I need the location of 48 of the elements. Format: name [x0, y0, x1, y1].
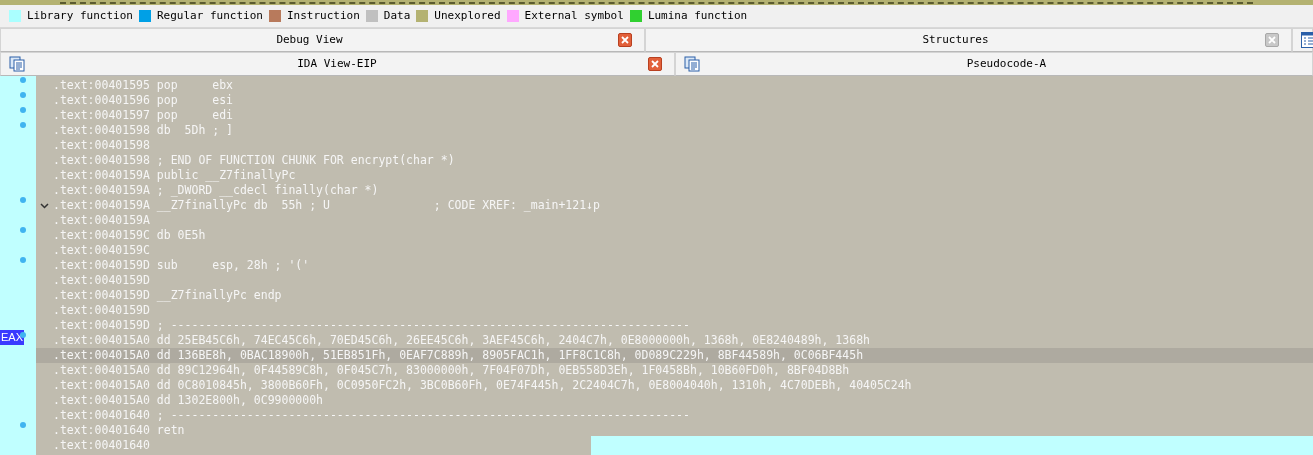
close-button[interactable]	[648, 57, 662, 71]
code-line: .text:004015A0 dd 1302E800h, 0C9900000h	[53, 393, 324, 408]
code-line: .text:004015A0 dd 89C12964h, 0F44589C8h, 0F045C7h, 83000000h, 7F04F07Dh, 0EB558D3Eh, 1F0458Bh, 10B60FD0h, 8BF04D8Bh	[53, 363, 850, 378]
code-line: .text:00401596 pop esi	[53, 93, 233, 108]
code-line: .text:004015A0 dd 0C8010845h, 3800B60Fh, 0C0950FC2h, 3BC0B60Fh, 0E74F445h, 2C2404C7h, 0E8004040h, 1310h, 4C70DEBh, 40405C24h	[53, 378, 912, 393]
code-line: .text:0040159D ; ---------------------------------------------------------------------------	[53, 318, 690, 333]
code-line: .text:0040159D sub esp, 28h ; '('	[53, 258, 310, 273]
tab[interactable]: IDA View-EIP	[0, 52, 675, 76]
code-line: .text:0040159A	[53, 213, 150, 228]
code-line: .text:0040159A public __Z7finallyPc	[53, 168, 296, 183]
code-line: .text:00401640 retn	[53, 423, 185, 438]
tab-title: Debug View	[275, 31, 344, 48]
tab-title: IDA View-EIP	[296, 55, 378, 72]
document-stack-icon	[9, 56, 26, 72]
document-stack-icon	[684, 56, 701, 72]
code-line: .text:004015A0 dd 25EB45C6h, 74EC45C6h, 70ED45C6h, 26EE45C6h, 3AEF45C6h, 2404C7h, 0E8000000h, 1368h, 0E8240489h, 1368h	[53, 333, 870, 348]
code-line: .text:0040159C db 0E5h	[53, 228, 206, 243]
legend-label: Instruction	[286, 7, 360, 24]
tab[interactable]: Pseudocode-A	[675, 52, 1313, 76]
chevron-down-icon[interactable]	[40, 202, 49, 209]
code-line: .text:004015A0 dd 136BE8h, 0BAC18900h, 51EB851Fh, 0EAF7C889h, 8905FAC1h, 1FF8C1C8h, 0D089C229h, 8BF44589h, 0C06BF445h	[53, 348, 864, 363]
tab-title: Structures	[921, 31, 990, 48]
legend-label: Regular function	[156, 7, 263, 24]
tab[interactable]: Debug View	[0, 28, 645, 52]
legend-label: Unexplored	[434, 7, 501, 24]
code-line: .text:0040159A __Z7finallyPc db 55h ; U ; CODE XREF: _main+121↓p	[53, 198, 600, 213]
tab-title: Pseudocode-A	[965, 55, 1048, 72]
code-line: .text:0040159D	[53, 273, 150, 288]
code-line: .text:0040159D __Z7finallyPc endp	[53, 288, 282, 303]
code-line: .text:0040159C	[53, 243, 150, 258]
code-line: .text:00401640	[53, 438, 150, 453]
code-line: .text:00401640 ; ---------------------------------------------------------------------------	[53, 408, 690, 423]
code-line: .text:0040159D	[53, 303, 150, 318]
code-line: .text:0040159A ; _DWORD __cdecl finally(char *)	[53, 183, 379, 198]
tab[interactable]: Structures	[645, 28, 1292, 52]
close-button[interactable]	[618, 33, 632, 47]
code-line: .text:00401598 ; END OF FUNCTION CHUNK FOR encrypt(char *)	[53, 153, 455, 168]
legend-label: Library function	[27, 7, 133, 24]
code-line: .text:00401597 pop edi	[53, 108, 233, 123]
register-marker: EAX	[0, 330, 24, 345]
legend-label: Data	[383, 7, 411, 24]
code-line: .text:00401598	[53, 138, 150, 153]
legend-label: External symbol	[524, 7, 624, 24]
tab[interactable]	[1292, 28, 1313, 52]
code-line: .text:00401598 db 5Dh ; ]	[53, 123, 233, 138]
list-window-icon	[1301, 32, 1313, 48]
legend-label: Lumina function	[647, 7, 748, 24]
code-line: .text:00401595 pop ebx	[53, 78, 233, 93]
